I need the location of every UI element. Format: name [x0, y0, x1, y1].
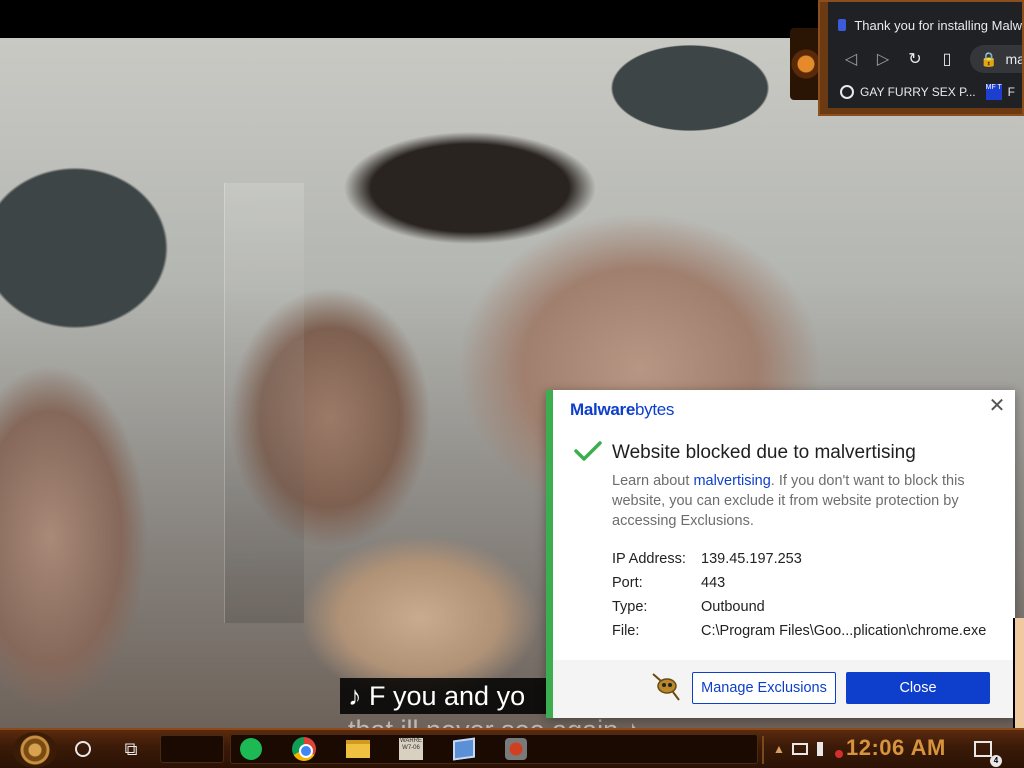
bookmarks-bar: GAY FURRY SEX P... MF T F	[828, 80, 1022, 104]
malwarebytes-logo: Malwarebytes	[570, 400, 675, 419]
taskbar: ⧉ WARRE W7-06 ▲ 12:06 AM 4	[0, 728, 1024, 768]
file-explorer-icon[interactable]	[345, 736, 371, 762]
back-icon[interactable]: ◁	[842, 49, 860, 69]
manage-exclusions-button[interactable]: Manage Exclusions	[692, 672, 836, 704]
start-button[interactable]	[13, 732, 57, 768]
malwarebytes-notification: Malwarebytes ✕ Website blocked due to ma…	[546, 390, 1015, 718]
detail-row: Port: 443	[612, 571, 986, 595]
notification-footer: Manage Exclusions Close	[553, 660, 1015, 718]
browser-toolbar: ◁ ▷ ↻ ▯ 🔒 malw	[828, 42, 1022, 76]
globe-icon	[840, 85, 854, 99]
notification-title: Website blocked due to malvertising	[612, 442, 916, 463]
video-glass-shard	[224, 183, 304, 623]
mft-icon: MF T	[985, 84, 1002, 100]
notification-count: 4	[990, 755, 1002, 767]
network-icon[interactable]	[787, 736, 813, 762]
block-details: IP Address: 139.45.197.253 Port: 443 Typ…	[612, 547, 986, 643]
task-view-icon[interactable]: ⧉	[118, 736, 144, 762]
taskbar-divider	[762, 736, 764, 764]
bookmark-icon[interactable]: ▯	[938, 49, 956, 69]
checkmark-icon	[574, 441, 602, 461]
bookmark-label: F	[1007, 85, 1015, 99]
detail-value: Outbound	[701, 599, 765, 615]
notification-center-icon[interactable]: 4	[970, 736, 1002, 767]
taskbar-app-slot[interactable]	[160, 735, 224, 763]
notification-description: Learn about malvertising. If you don't w…	[612, 473, 965, 529]
bookmark-item[interactable]: GAY FURRY SEX P...	[840, 85, 976, 99]
chrome-icon[interactable]	[291, 736, 317, 762]
mascot-icon	[652, 673, 680, 701]
detail-key: Port:	[612, 575, 643, 591]
bookmark-item[interactable]: MF T F	[985, 84, 1015, 100]
detail-value: 443	[701, 575, 726, 591]
detail-row: Type: Outbound	[612, 595, 986, 619]
volume-muted-icon[interactable]	[811, 736, 843, 762]
malvertising-link[interactable]: malvertising	[693, 473, 770, 489]
close-icon[interactable]: ✕	[987, 396, 1007, 416]
taskbar-clock[interactable]: 12:06 AM	[846, 735, 946, 761]
lock-icon: 🔒	[980, 50, 998, 67]
detail-value: C:\Program Files\Goo...plication\chrome.…	[701, 623, 987, 639]
detail-value: 139.45.197.253	[701, 551, 802, 567]
spotify-icon[interactable]	[238, 736, 264, 762]
browser-tab[interactable]: Thank you for installing Malw	[828, 10, 1022, 40]
box-app-icon[interactable]	[451, 736, 477, 762]
address-bar[interactable]: 🔒 malw	[970, 45, 1022, 73]
detail-key: File:	[612, 623, 640, 639]
detail-row: File: C:\Program Files\Goo...plication\c…	[612, 619, 986, 643]
browser-window[interactable]: Thank you for installing Malw ◁ ▷ ↻ ▯ 🔒 …	[818, 0, 1024, 116]
bookmark-label: GAY FURRY SEX P...	[860, 85, 976, 99]
address-bar-text: malw	[1005, 51, 1022, 67]
reload-icon[interactable]: ↻	[906, 49, 924, 69]
document-app-icon[interactable]: WARRE W7-06	[398, 736, 424, 762]
game-app-icon[interactable]	[503, 736, 529, 762]
tab-title: Thank you for installing Malw	[854, 17, 1022, 33]
malwarebytes-favicon-icon	[838, 19, 847, 31]
close-button[interactable]: Close	[846, 672, 990, 704]
forward-icon[interactable]: ▷	[874, 49, 892, 69]
caption-line-1: ♪ F you and yo	[340, 678, 560, 714]
detail-key: Type:	[612, 599, 648, 615]
search-icon[interactable]	[70, 736, 96, 762]
cartoon-fragment	[1013, 618, 1024, 728]
detail-row: IP Address: 139.45.197.253	[612, 547, 986, 571]
detail-key: IP Address:	[612, 551, 686, 567]
